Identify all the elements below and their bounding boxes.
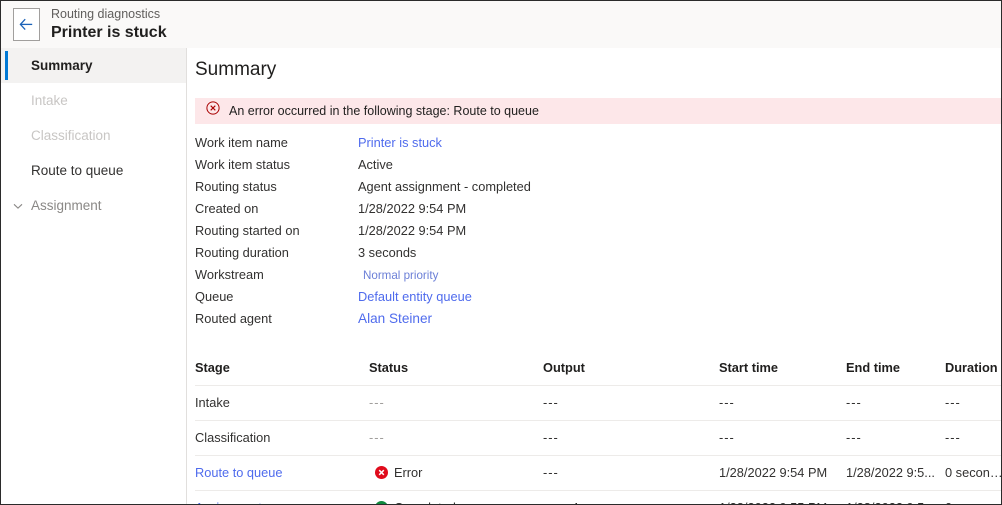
cell-duration: --- (945, 420, 1001, 456)
cell-output: --- (543, 420, 719, 456)
status-label: Error (394, 465, 423, 481)
detail-value-created-on: 1/28/2022 9:54 PM (358, 200, 467, 216)
cell-end-time: --- (846, 420, 945, 456)
error-banner-message: An error occurred in the following stage… (229, 103, 539, 118)
cell-end-time: 1/28/2022 9:5... (846, 455, 945, 491)
detail-row: Routing status Agent assignment - comple… (195, 179, 1001, 201)
table-row: Intake --- --- --- --- --- (195, 385, 1001, 421)
cell-end-time: 1/28/2022 9:5... (846, 490, 945, 504)
cell-end-time: --- (846, 385, 945, 421)
cell-status: --- (369, 385, 543, 421)
sidebar-item-assignment[interactable]: Assignment (1, 188, 186, 223)
detail-row: Routing duration 3 seconds (195, 245, 1001, 267)
sidebar-item-summary[interactable]: Summary (1, 48, 186, 83)
sidebar-item-label: Assignment (31, 198, 102, 213)
cell-status: Completed (369, 490, 543, 504)
detail-value-workstream[interactable]: Normal priority (358, 269, 438, 282)
main-content: Summary An error occurred in the followi… (188, 48, 1001, 504)
sidebar-item-label: Classification (31, 128, 111, 143)
detail-value-work-item-status: Active (358, 156, 393, 172)
page-heading: Printer is stuck (51, 23, 167, 41)
detail-label: Workstream (195, 266, 264, 282)
error-banner: An error occurred in the following stage… (195, 97, 1001, 124)
success-circle-check-icon (375, 501, 388, 504)
column-header-output: Output (543, 359, 719, 386)
cell-status: Error (369, 455, 543, 491)
header-titles: Routing diagnostics Printer is stuck (51, 8, 167, 41)
table-row: Classification --- --- --- --- --- (195, 420, 1001, 456)
stage-link-route-to-queue[interactable]: Route to queue (195, 465, 283, 480)
detail-value-routing-duration: 3 seconds (358, 244, 417, 260)
cell-start-time: --- (719, 385, 846, 421)
sidebar-item-route-to-queue[interactable]: Route to queue (1, 153, 186, 188)
sidebar-item-label: Route to queue (31, 163, 124, 178)
cell-duration: 0 seconds (945, 490, 1001, 504)
detail-value-routing-started-on: 1/28/2022 9:54 PM (358, 222, 467, 238)
detail-label: Work item name (195, 134, 288, 150)
cell-status: --- (369, 420, 543, 456)
status-placeholder: --- (369, 395, 385, 411)
detail-value-routing-status: Agent assignment - completed (358, 178, 531, 194)
detail-label: Routing duration (195, 244, 289, 260)
detail-label: Routing status (195, 178, 277, 194)
detail-value-routed-agent[interactable]: Alan Steiner (358, 311, 432, 326)
detail-row: Workstream Normal priority (195, 267, 1001, 289)
cell-duration: 0 seconds (945, 455, 1001, 491)
detail-label: Queue (195, 288, 234, 304)
table-row: Route to queue Error --- 1/28/2022 9:54 … (195, 455, 1001, 491)
detail-label: Work item status (195, 156, 291, 172)
detail-label: Created on (195, 200, 259, 216)
cell-stage: Assignment (195, 490, 369, 504)
cell-start-time: --- (719, 420, 846, 456)
cell-output: user 4 (543, 490, 719, 504)
sidebar-item-label: Summary (31, 58, 93, 73)
stage-link-assignment[interactable]: Assignment (195, 500, 262, 504)
detail-list: Work item name Printer is stuck Work ite… (195, 135, 1001, 333)
chevron-down-icon (12, 200, 24, 212)
column-header-stage: Stage (195, 359, 369, 386)
column-header-end-time: End time (846, 359, 945, 386)
detail-value-queue[interactable]: Default entity queue (358, 289, 472, 304)
detail-row: Created on 1/28/2022 9:54 PM (195, 201, 1001, 223)
cell-duration: --- (945, 385, 1001, 421)
cell-start-time: 1/28/2022 9:55 PM (719, 490, 846, 504)
detail-row: Queue Default entity queue (195, 289, 1001, 311)
cell-output: --- (543, 385, 719, 421)
detail-row: Routed agent Alan Steiner (195, 311, 1001, 333)
detail-value-work-item-name[interactable]: Printer is stuck (358, 135, 442, 150)
back-arrow-icon (19, 18, 34, 31)
column-header-duration: Duration (945, 359, 1001, 386)
table-header-row: Stage Status Output Start time End time … (195, 359, 1001, 386)
detail-row: Work item name Printer is stuck (195, 135, 1001, 157)
status-label: Completed (394, 500, 456, 504)
sidebar-nav: Summary Intake Classification Route to q… (1, 48, 187, 504)
back-button[interactable] (13, 8, 40, 41)
sidebar-item-classification[interactable]: Classification (1, 118, 186, 153)
detail-label: Routed agent (195, 310, 272, 326)
content-title: Summary (195, 59, 277, 80)
column-header-start-time: Start time (719, 359, 846, 386)
cell-stage: Classification (195, 420, 369, 456)
app-header: Routing diagnostics Printer is stuck (1, 1, 1001, 48)
detail-row: Work item status Active (195, 157, 1001, 179)
cell-stage: Intake (195, 385, 369, 421)
stages-table: Stage Status Output Start time End time … (195, 359, 1001, 504)
table-row: Assignment Completed user (195, 490, 1001, 504)
cell-output: --- (543, 455, 719, 491)
column-header-status: Status (369, 359, 543, 386)
detail-row: Routing started on 1/28/2022 9:54 PM (195, 223, 1001, 245)
routing-diagnostics-window: Routing diagnostics Printer is stuck Sum… (0, 0, 1002, 505)
breadcrumb: Routing diagnostics (51, 7, 161, 22)
cell-start-time: 1/28/2022 9:54 PM (719, 455, 846, 491)
error-circle-x-icon (206, 101, 220, 120)
error-circle-x-icon (375, 466, 388, 480)
sidebar-item-label: Intake (31, 93, 68, 108)
sidebar-item-intake[interactable]: Intake (1, 83, 186, 118)
status-placeholder: --- (369, 430, 385, 446)
detail-label: Routing started on (195, 222, 300, 238)
cell-stage: Route to queue (195, 455, 369, 491)
